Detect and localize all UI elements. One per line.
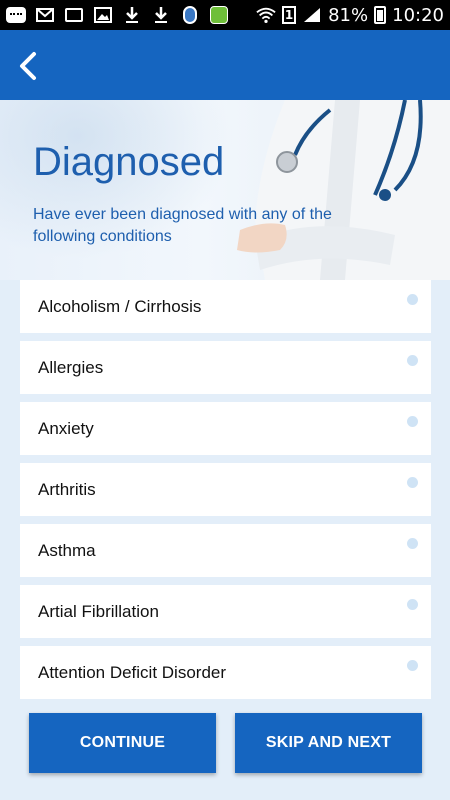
condition-item-arthritis[interactable]: Arthritis bbox=[20, 463, 431, 516]
battery-percent: 81% bbox=[328, 4, 369, 26]
chat-icon bbox=[6, 6, 26, 24]
wifi-icon bbox=[256, 6, 276, 24]
condition-label: Asthma bbox=[38, 540, 96, 560]
condition-item-asthma[interactable]: Asthma bbox=[20, 524, 431, 577]
sim-icon: 1 bbox=[282, 6, 297, 24]
signal-icon bbox=[302, 6, 322, 24]
tv-icon bbox=[64, 6, 84, 24]
continue-button[interactable]: CONTINUE bbox=[29, 713, 216, 773]
condition-label: Attention Deficit Disorder bbox=[38, 662, 227, 682]
download-icon bbox=[151, 6, 171, 24]
battery-icon bbox=[374, 6, 387, 24]
system-indicators: 1 81% 10:20 bbox=[256, 5, 444, 26]
radio-dot-icon[interactable] bbox=[407, 294, 418, 305]
app-bar bbox=[0, 30, 450, 100]
condition-item-alcoholism-cirrhosis[interactable]: Alcoholism / Cirrhosis bbox=[20, 280, 431, 333]
chevron-left-icon bbox=[20, 52, 36, 80]
doctor-illustration bbox=[237, 100, 450, 280]
status-bar: 1 81% 10:20 bbox=[0, 0, 450, 30]
back-button[interactable] bbox=[12, 50, 44, 82]
condition-item-artial-fibrillation[interactable]: Artial Fibrillation bbox=[20, 585, 431, 638]
radio-dot-icon[interactable] bbox=[407, 660, 418, 671]
condition-label: Artial Fibrillation bbox=[38, 601, 159, 621]
condition-label: Allergies bbox=[38, 357, 104, 377]
skip-and-next-button[interactable]: SKIP AND NEXT bbox=[235, 713, 422, 773]
radio-dot-icon[interactable] bbox=[407, 599, 418, 610]
conditions-list: Alcoholism / Cirrhosis Allergies Anxiety… bbox=[20, 280, 431, 707]
condition-label: Anxiety bbox=[38, 418, 94, 438]
radio-dot-icon[interactable] bbox=[407, 355, 418, 366]
condition-item-anxiety[interactable]: Anxiety bbox=[20, 402, 431, 455]
download-icon bbox=[122, 6, 142, 24]
location-icon bbox=[180, 6, 200, 24]
condition-label: Alcoholism / Cirrhosis bbox=[38, 296, 202, 316]
condition-item-attention-deficit-disorder[interactable]: Attention Deficit Disorder bbox=[20, 646, 431, 699]
hero-banner: Diagnosed Have ever been diagnosed with … bbox=[0, 100, 450, 280]
page-subtitle: Have ever been diagnosed with any of the… bbox=[33, 206, 332, 245]
page-title: Diagnosed bbox=[33, 140, 225, 184]
radio-dot-icon[interactable] bbox=[407, 538, 418, 549]
clock: 10:20 bbox=[392, 4, 444, 26]
leaf-app-icon bbox=[209, 6, 229, 24]
hero-background bbox=[0, 100, 260, 280]
condition-label: Arthritis bbox=[38, 479, 96, 499]
condition-item-allergies[interactable]: Allergies bbox=[20, 341, 431, 394]
image-icon bbox=[93, 6, 113, 24]
notification-icons bbox=[6, 6, 229, 24]
radio-dot-icon[interactable] bbox=[407, 477, 418, 488]
mail-icon bbox=[35, 6, 55, 24]
radio-dot-icon[interactable] bbox=[407, 416, 418, 427]
